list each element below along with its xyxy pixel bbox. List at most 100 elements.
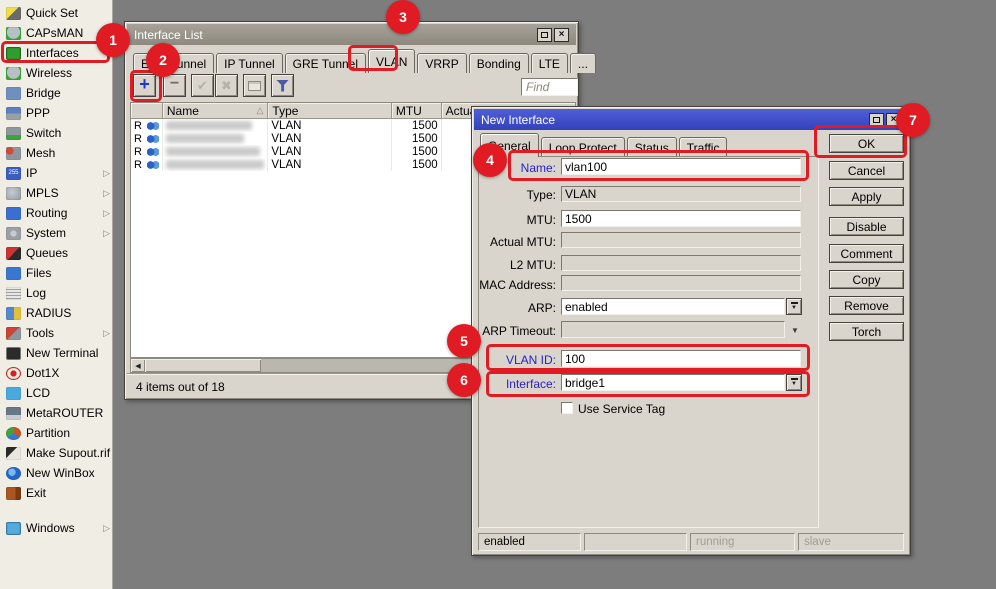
arp-label: ARP: xyxy=(476,301,556,315)
mesh-icon xyxy=(6,147,21,160)
tab-loop-protect[interactable]: Loop Protect xyxy=(541,137,625,157)
sidebar-item-system[interactable]: System▷ xyxy=(0,223,113,243)
sidebar-item-queues[interactable]: Queues xyxy=(0,243,113,263)
sidebar-item-dot1x[interactable]: Dot1X xyxy=(0,363,113,383)
column-header-type[interactable]: Type xyxy=(268,103,391,119)
maximize-icon[interactable] xyxy=(869,113,884,127)
sidebar-item-make-supout[interactable]: Make Supout.rif xyxy=(0,443,113,463)
interface-label: Interface: xyxy=(476,377,556,391)
row-flag: R xyxy=(134,120,142,132)
tab-overflow[interactable]: ... xyxy=(570,53,596,73)
sidebar-item-routing[interactable]: Routing▷ xyxy=(0,203,113,223)
add-button[interactable]: + xyxy=(133,74,156,97)
new-interface-dialog: New Interface × General Loop Protect Sta… xyxy=(471,106,911,556)
remove-icon: − xyxy=(170,76,179,92)
arp-dropdown-button[interactable]: ▼ xyxy=(786,298,802,315)
maximize-icon[interactable] xyxy=(537,28,552,42)
sidebar-item-ppp[interactable]: PPP xyxy=(0,103,113,123)
torch-button[interactable]: Torch xyxy=(829,322,904,341)
row-mtu: 1500 xyxy=(412,146,438,158)
sidebar-item-label: Exit xyxy=(26,486,46,500)
use-service-tag-label: Use Service Tag xyxy=(578,402,665,416)
vlan-id-label: VLAN ID: xyxy=(476,353,556,367)
find-input[interactable] xyxy=(521,78,578,96)
sidebar-item-label: MetaROUTER xyxy=(26,406,103,420)
arp-timeout-label: ARP Timeout: xyxy=(476,324,556,338)
sidebar-item-radius[interactable]: RADIUS xyxy=(0,303,113,323)
sidebar-item-bridge[interactable]: Bridge xyxy=(0,83,113,103)
copy-button[interactable]: Copy xyxy=(829,270,904,289)
name-input[interactable] xyxy=(561,158,801,175)
ok-button[interactable]: OK xyxy=(829,134,904,153)
interface-select[interactable] xyxy=(561,374,785,391)
tab-traffic[interactable]: Traffic xyxy=(679,137,728,157)
sidebar-item-label: Dot1X xyxy=(26,366,59,380)
vlan-interface-icon xyxy=(147,134,159,144)
redacted-name xyxy=(166,134,244,143)
tab-vlan[interactable]: VLAN xyxy=(368,49,415,73)
sidebar-item-partition[interactable]: Partition xyxy=(0,423,113,443)
arp-select[interactable] xyxy=(561,298,785,315)
system-icon xyxy=(6,227,21,240)
sidebar-item-label: Mesh xyxy=(26,146,55,160)
submenu-arrow-icon: ▷ xyxy=(103,188,113,199)
tools-icon xyxy=(6,327,21,340)
tab-gre-tunnel[interactable]: GRE Tunnel xyxy=(285,53,366,73)
sidebar-item-lcd[interactable]: LCD xyxy=(0,383,113,403)
interface-dropdown-button[interactable]: ▼ xyxy=(786,374,802,391)
sidebar-item-label: MPLS xyxy=(26,186,59,200)
comment-button[interactable]: Comment xyxy=(829,244,904,263)
sidebar-item-new-terminal[interactable]: New Terminal xyxy=(0,343,113,363)
sidebar-item-metarouter[interactable]: MetaROUTER xyxy=(0,403,113,423)
remove-button[interactable]: Remove xyxy=(829,296,904,315)
vlan-id-input[interactable] xyxy=(561,350,801,367)
tab-lte[interactable]: LTE xyxy=(531,53,568,73)
interface-list-titlebar[interactable]: Interface List × xyxy=(127,24,576,45)
sidebar-item-windows[interactable]: Windows▷ xyxy=(0,518,113,538)
sidebar-item-wireless[interactable]: Wireless xyxy=(0,63,113,83)
files-icon xyxy=(6,267,21,280)
column-header-mtu[interactable]: MTU xyxy=(392,103,442,119)
scrollbar-thumb[interactable] xyxy=(145,359,261,372)
sidebar-item-files[interactable]: Files xyxy=(0,263,113,283)
arp-timeout-dropdown-icon[interactable]: ▼ xyxy=(791,326,799,335)
disable-button[interactable]: Disable xyxy=(829,217,904,236)
status-running: running xyxy=(690,533,795,551)
mtu-input[interactable] xyxy=(561,210,801,227)
scroll-left-icon[interactable]: ◀ xyxy=(131,359,145,372)
close-icon[interactable]: × xyxy=(554,28,569,42)
enable-button[interactable]: ✔ xyxy=(191,74,214,97)
use-service-tag-checkbox[interactable] xyxy=(561,402,573,414)
sidebar-item-log[interactable]: Log xyxy=(0,283,113,303)
sidebar-item-interfaces[interactable]: Interfaces xyxy=(0,43,113,63)
remove-button[interactable]: − xyxy=(163,74,186,97)
tab-status[interactable]: Status xyxy=(627,137,677,157)
sidebar-item-label: Routing xyxy=(26,206,67,220)
sidebar-item-exit[interactable]: Exit xyxy=(0,483,113,503)
filter-button[interactable] xyxy=(271,74,294,97)
sidebar-item-mesh[interactable]: Mesh xyxy=(0,143,113,163)
cancel-button[interactable]: Cancel xyxy=(829,161,904,180)
apply-button[interactable]: Apply xyxy=(829,187,904,206)
sidebar-item-quick-set[interactable]: Quick Set xyxy=(0,3,113,23)
comment-button[interactable] xyxy=(243,74,266,97)
annotation-badge-6: 6 xyxy=(447,363,481,397)
sidebar-item-mpls[interactable]: MPLS ▷ xyxy=(0,183,113,203)
row-flag: R xyxy=(134,133,142,145)
disable-button[interactable]: ✖ xyxy=(215,74,238,97)
mtu-label: MTU: xyxy=(476,213,556,227)
sidebar-item-tools[interactable]: Tools▷ xyxy=(0,323,113,343)
column-header-flags[interactable] xyxy=(131,103,163,119)
mac-address-value xyxy=(561,275,801,291)
tab-vrrp[interactable]: VRRP xyxy=(417,53,466,73)
new-interface-titlebar[interactable]: New Interface × xyxy=(474,109,908,130)
tab-bonding[interactable]: Bonding xyxy=(469,53,529,73)
sidebar-item-switch[interactable]: Switch xyxy=(0,123,113,143)
sidebar-item-label: Quick Set xyxy=(26,6,78,20)
column-header-name[interactable]: Name△ xyxy=(163,103,269,119)
sidebar-item-new-winbox[interactable]: New WinBox xyxy=(0,463,113,483)
sidebar-item-ip[interactable]: 255IP▷ xyxy=(0,163,113,183)
tab-ip-tunnel[interactable]: IP Tunnel xyxy=(216,53,282,73)
actual-mtu-label: Actual MTU: xyxy=(476,235,556,249)
annotation-badge-2: 2 xyxy=(146,43,180,77)
